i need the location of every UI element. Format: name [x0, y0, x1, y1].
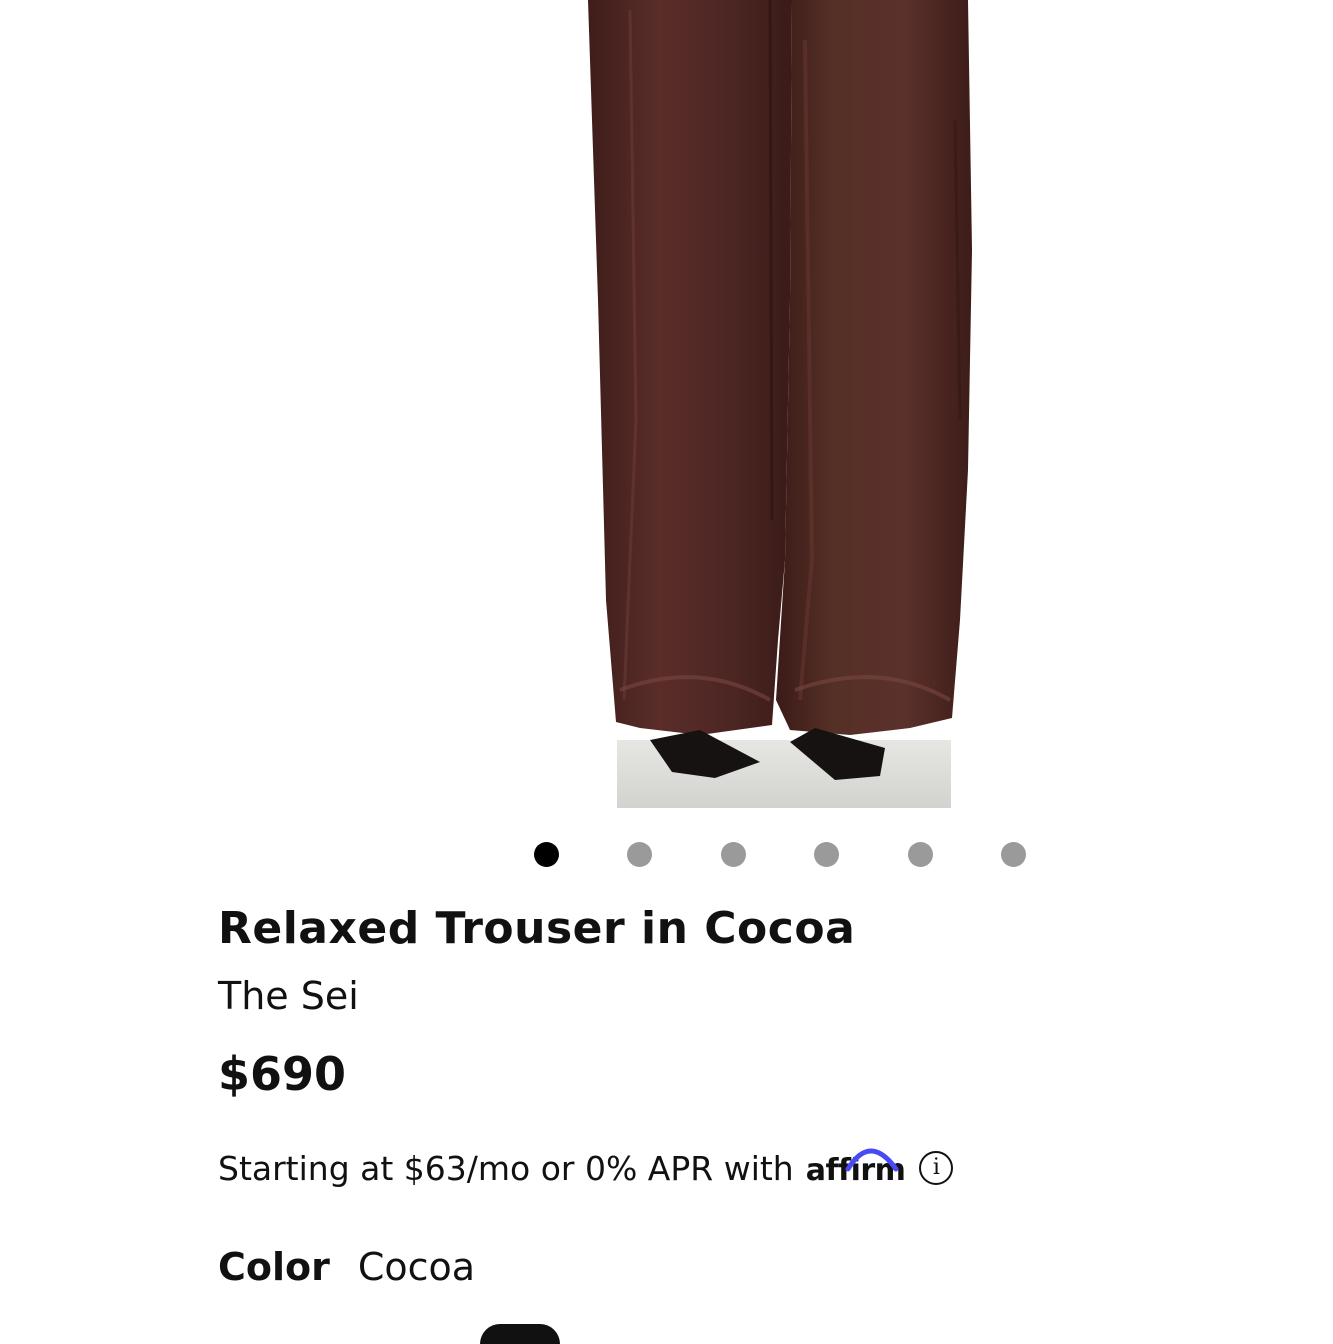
- product-price: $690: [218, 1047, 347, 1101]
- color-value: Cocoa: [357, 1245, 476, 1289]
- affirm-arc-icon: [845, 1148, 899, 1171]
- carousel-dot-3[interactable]: [721, 842, 746, 867]
- carousel-dot-5[interactable]: [908, 842, 933, 867]
- financing-line: Starting at $63/mo or 0% APR with affirm…: [218, 1143, 954, 1193]
- affirm-logo: affirm: [806, 1148, 906, 1188]
- carousel-dot-4[interactable]: [814, 842, 839, 867]
- brand-name[interactable]: The Sei: [218, 974, 359, 1018]
- carousel-dot-6[interactable]: [1001, 842, 1026, 867]
- color-label: Color: [218, 1245, 330, 1289]
- carousel-dots: [0, 841, 1333, 869]
- color-swatch-selected[interactable]: [480, 1324, 560, 1344]
- product-title: Relaxed Trouser in Cocoa: [218, 903, 856, 954]
- product-image[interactable]: [0, 0, 1333, 820]
- carousel-dot-1[interactable]: [534, 842, 559, 867]
- financing-text: Starting at $63/mo or 0% APR with: [218, 1148, 794, 1188]
- trouser-photo: [588, 0, 972, 808]
- color-row: Color Cocoa: [218, 1241, 475, 1293]
- carousel-dot-2[interactable]: [627, 842, 652, 867]
- info-icon[interactable]: i: [919, 1151, 954, 1185]
